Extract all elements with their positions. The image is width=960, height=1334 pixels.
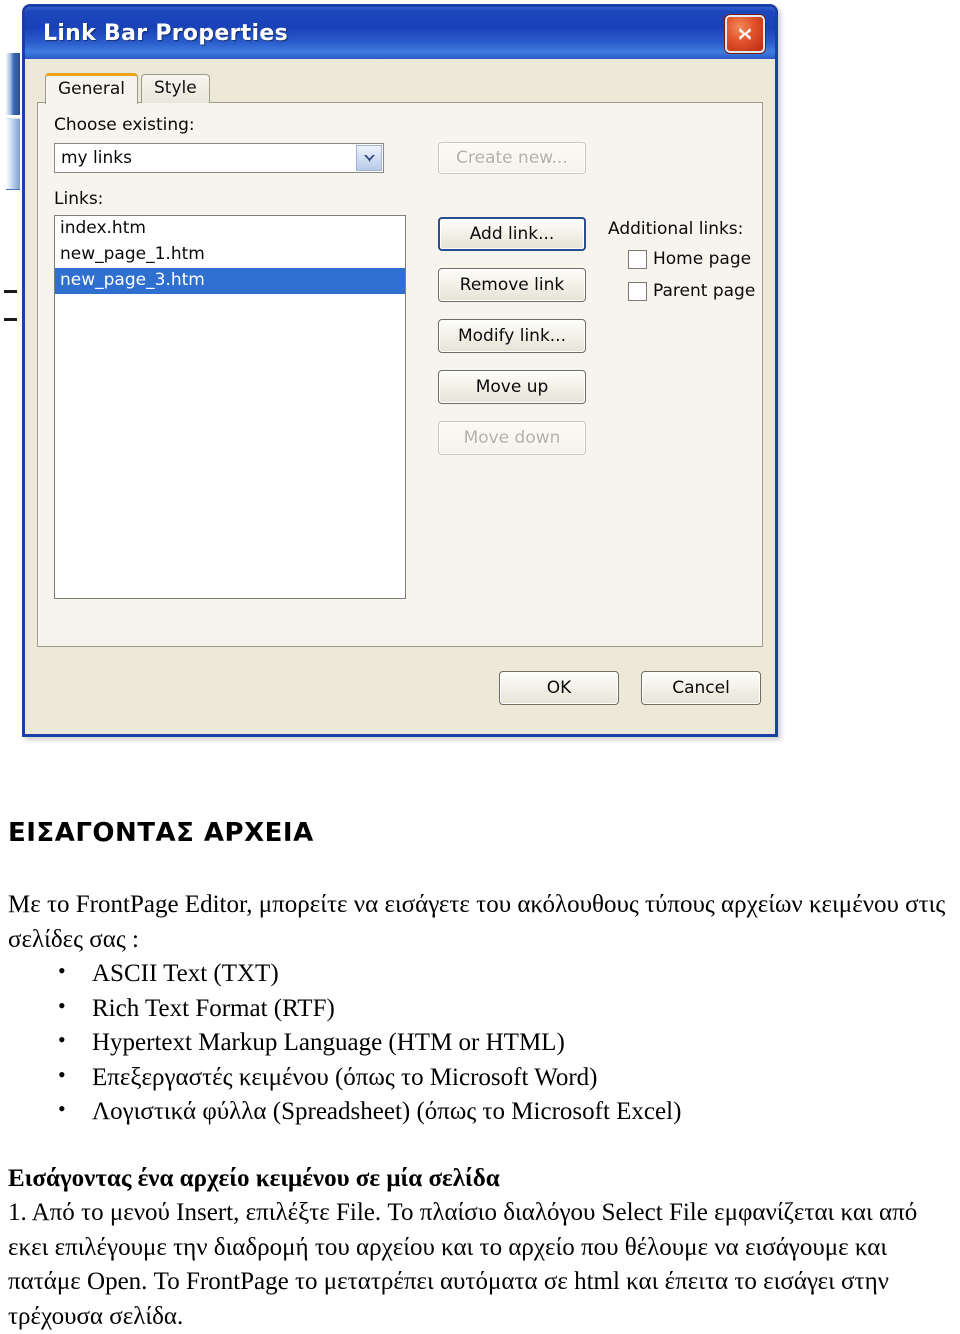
close-icon[interactable] bbox=[725, 15, 765, 53]
parent-page-checkbox-label: Parent page bbox=[653, 281, 756, 301]
modify-link-button[interactable]: Modify link... bbox=[438, 319, 586, 353]
section-subheading: Εισάγοντας ένα αρχείο κειμένου σε μία σε… bbox=[8, 1164, 500, 1192]
steps-paragraph: 1. Από το μενού Insert, επιλέξτε File. Τ… bbox=[8, 1199, 918, 1330]
choose-existing-value: my links bbox=[61, 148, 132, 168]
host-app-tick-mark-2 bbox=[4, 318, 17, 321]
file-types-list: ASCII Text (TXT) Rich Text Format (RTF) … bbox=[0, 956, 960, 1130]
create-new-button[interactable]: Create new... bbox=[438, 142, 586, 174]
document-body: ΕΙΣΑΓΟΝΤΑΣ ΑΡΧΕΙΑ Με το FrontPage Editor… bbox=[0, 740, 960, 1334]
host-app-tick-mark-1 bbox=[4, 290, 17, 293]
host-app-panel-fragment-top bbox=[6, 52, 20, 115]
choose-existing-combobox[interactable]: my links bbox=[54, 143, 384, 173]
checkbox-icon[interactable] bbox=[628, 249, 647, 269]
tab-general[interactable]: General bbox=[45, 73, 138, 104]
chevron-down-icon[interactable] bbox=[356, 145, 382, 171]
home-page-checkbox-row[interactable]: Home page bbox=[628, 249, 751, 269]
list-item: Λογιστικά φύλλα (Spreadsheet) (όπως το M… bbox=[58, 1094, 960, 1130]
dialog-client-area: General Style Choose existing: my links … bbox=[25, 59, 775, 734]
choose-existing-label: Choose existing: bbox=[54, 115, 195, 135]
tab-panel-general: Choose existing: my links Create new... … bbox=[37, 102, 763, 647]
move-down-button[interactable]: Move down bbox=[438, 421, 586, 455]
list-item: Hypertext Markup Language (HTM or HTML) bbox=[58, 1025, 960, 1061]
remove-link-button[interactable]: Remove link bbox=[438, 268, 586, 302]
move-up-button[interactable]: Move up bbox=[438, 370, 586, 404]
links-listbox[interactable]: index.htm new_page_1.htm new_page_3.htm bbox=[54, 215, 406, 599]
dialog-titlebar: Link Bar Properties bbox=[25, 7, 775, 59]
checkbox-icon[interactable] bbox=[628, 281, 647, 301]
list-item[interactable]: index.htm bbox=[55, 216, 405, 242]
link-bar-properties-dialog: Link Bar Properties General Style Choose… bbox=[22, 4, 778, 737]
list-item: Rich Text Format (RTF) bbox=[58, 991, 960, 1027]
host-app-panel-fragment-bottom bbox=[6, 118, 20, 190]
ok-button[interactable]: OK bbox=[499, 671, 619, 705]
add-link-button[interactable]: Add link... bbox=[438, 217, 586, 251]
parent-page-checkbox-row[interactable]: Parent page bbox=[628, 281, 755, 301]
dialog-title: Link Bar Properties bbox=[43, 20, 289, 46]
list-item[interactable]: new_page_1.htm bbox=[55, 242, 405, 268]
tab-strip: General Style bbox=[45, 69, 763, 104]
list-item: Επεξεργαστές κειμένου (όπως το Microsoft… bbox=[58, 1060, 960, 1096]
page-title: ΕΙΣΑΓΟΝΤΑΣ ΑΡΧΕΙΑ bbox=[8, 818, 314, 848]
tab-style[interactable]: Style bbox=[141, 74, 210, 103]
links-label: Links: bbox=[54, 189, 104, 209]
list-item[interactable]: new_page_3.htm bbox=[55, 267, 405, 294]
cancel-button[interactable]: Cancel bbox=[641, 671, 761, 705]
intro-paragraph: Με το FrontPage Editor, μπορείτε να εισά… bbox=[8, 891, 946, 953]
list-item: ASCII Text (TXT) bbox=[58, 956, 960, 992]
home-page-checkbox-label: Home page bbox=[653, 249, 752, 269]
additional-links-label: Additional links: bbox=[608, 219, 744, 239]
